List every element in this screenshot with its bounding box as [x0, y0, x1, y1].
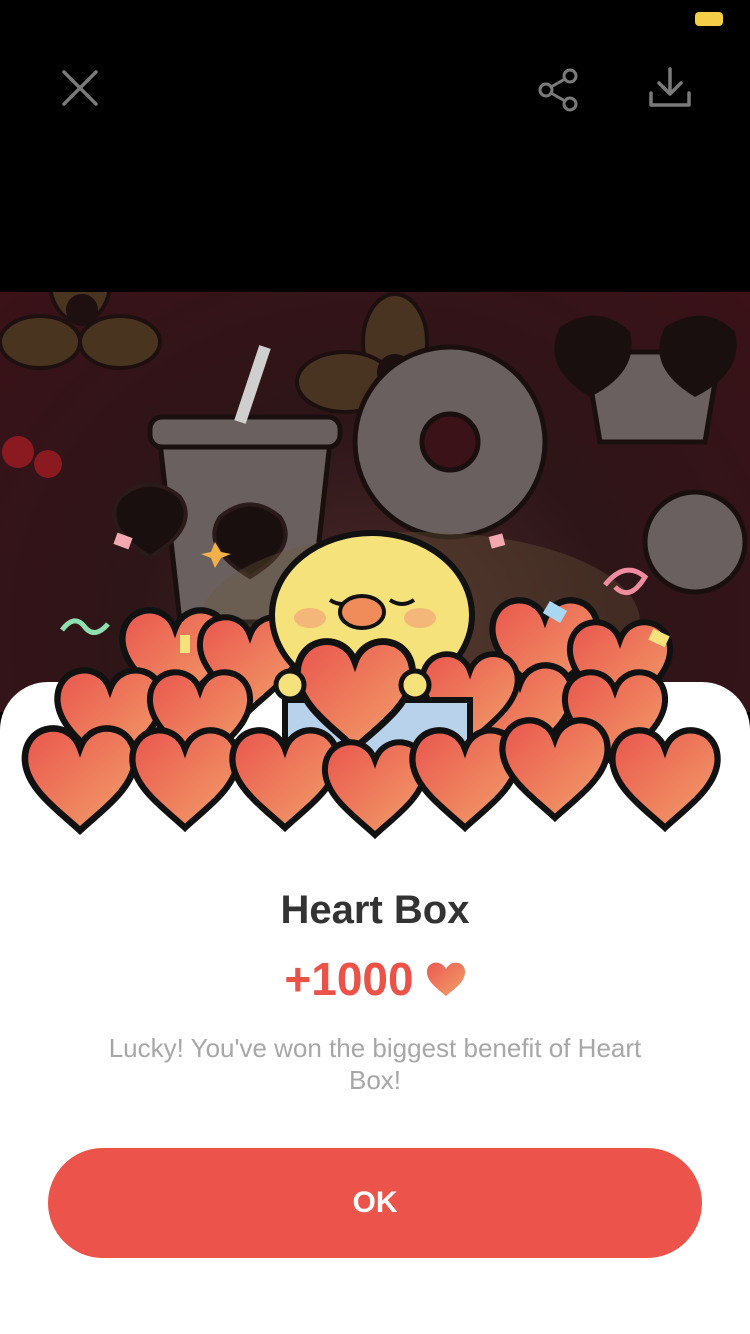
heart-icon: [426, 962, 465, 996]
top-bar: [0, 0, 750, 292]
ok-button[interactable]: OK: [48, 1148, 702, 1258]
result-message: Lucky! You've won the biggest benefit of…: [108, 1033, 642, 1095]
battery-icon: [695, 12, 723, 26]
dialog-title: Heart Box: [280, 888, 470, 932]
close-button[interactable]: [56, 64, 104, 112]
close-icon: [62, 70, 98, 106]
download-button[interactable]: [644, 62, 696, 114]
heart-box-illustration: [0, 470, 750, 870]
download-icon: [649, 67, 691, 107]
reward-amount: +1000: [284, 953, 414, 1005]
heart-pile-icon: [0, 530, 750, 870]
share-icon: [538, 68, 578, 112]
share-button[interactable]: [532, 64, 584, 116]
reward-row: +1000: [0, 952, 750, 1006]
